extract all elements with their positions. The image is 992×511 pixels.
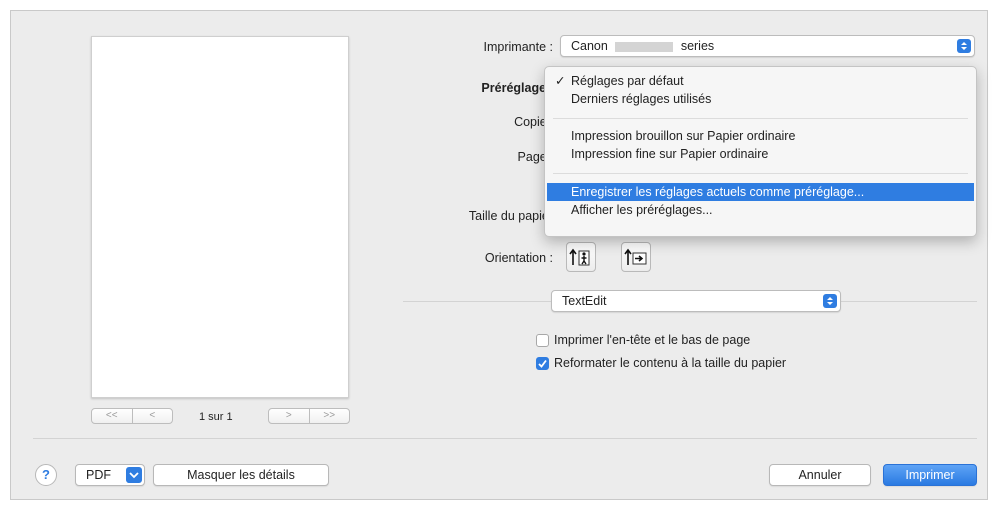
presets-label: Préréglages <box>481 81 553 95</box>
prev-page-buttons[interactable]: << < <box>91 408 173 424</box>
menu-separator <box>553 118 968 119</box>
first-page-icon[interactable]: << <box>92 409 132 423</box>
rewrap-label: Reformater le contenu à la taille du pap… <box>554 356 787 370</box>
landscape-orientation-icon <box>624 248 647 265</box>
cancel-button[interactable]: Annuler <box>769 464 871 486</box>
rewrap-checkbox[interactable] <box>536 357 549 370</box>
prev-page-icon[interactable]: < <box>131 409 173 423</box>
checkmark-icon: ✓ <box>555 74 566 88</box>
print-button[interactable]: Imprimer <box>883 464 977 486</box>
header-footer-checkbox[interactable] <box>536 334 549 347</box>
print-dialog: << < 1 sur 1 > >> Imprimante : Canon ser… <box>10 10 988 500</box>
presets-menu: ✓ Réglages par défaut Derniers réglages … <box>544 66 977 237</box>
app-section-value: TextEdit <box>562 294 607 308</box>
portrait-orientation-button[interactable] <box>566 242 596 272</box>
menu-item-show-presets[interactable]: Afficher les préréglages... <box>547 201 974 219</box>
orientation-label: Orientation : <box>484 251 553 265</box>
page-indicator: 1 sur 1 <box>199 411 233 423</box>
printer-value: Canon series <box>571 39 715 53</box>
menu-item-default[interactable]: ✓ Réglages par défaut <box>547 72 974 90</box>
popup-arrows-icon <box>957 39 971 53</box>
popup-arrows-icon <box>823 294 837 308</box>
menu-item-last-used[interactable]: Derniers réglages utilisés <box>547 90 974 108</box>
last-page-icon[interactable]: >> <box>308 409 350 423</box>
menu-item-draft-plain[interactable]: Impression brouillon sur Papier ordinair… <box>547 127 974 145</box>
page-preview <box>91 36 349 398</box>
hide-details-button[interactable]: Masquer les détails <box>153 464 329 486</box>
checkmark-icon <box>538 359 547 368</box>
header-footer-label: Imprimer l'en-tête et le bas de page <box>554 333 751 347</box>
menu-separator <box>553 173 968 174</box>
help-button[interactable]: ? <box>35 464 57 486</box>
portrait-orientation-icon <box>569 248 590 266</box>
pdf-label: PDF <box>86 468 111 482</box>
paper-size-label: Taille du papier <box>468 209 553 223</box>
redacted-model <box>615 41 674 52</box>
chevron-down-icon <box>126 467 142 483</box>
footer-separator <box>33 438 977 439</box>
help-icon: ? <box>42 467 50 482</box>
printer-popup[interactable]: Canon series <box>560 35 975 57</box>
menu-item-fine-plain[interactable]: Impression fine sur Papier ordinaire <box>547 145 974 163</box>
next-page-buttons[interactable]: > >> <box>268 408 350 424</box>
menu-item-save-current[interactable]: Enregistrer les réglages actuels comme p… <box>547 183 974 201</box>
landscape-orientation-button[interactable] <box>621 242 651 272</box>
pdf-menu-button[interactable]: PDF <box>75 464 145 486</box>
app-section-popup[interactable]: TextEdit <box>551 290 841 312</box>
printer-label: Imprimante : <box>483 40 553 54</box>
next-page-icon[interactable]: > <box>269 409 309 423</box>
